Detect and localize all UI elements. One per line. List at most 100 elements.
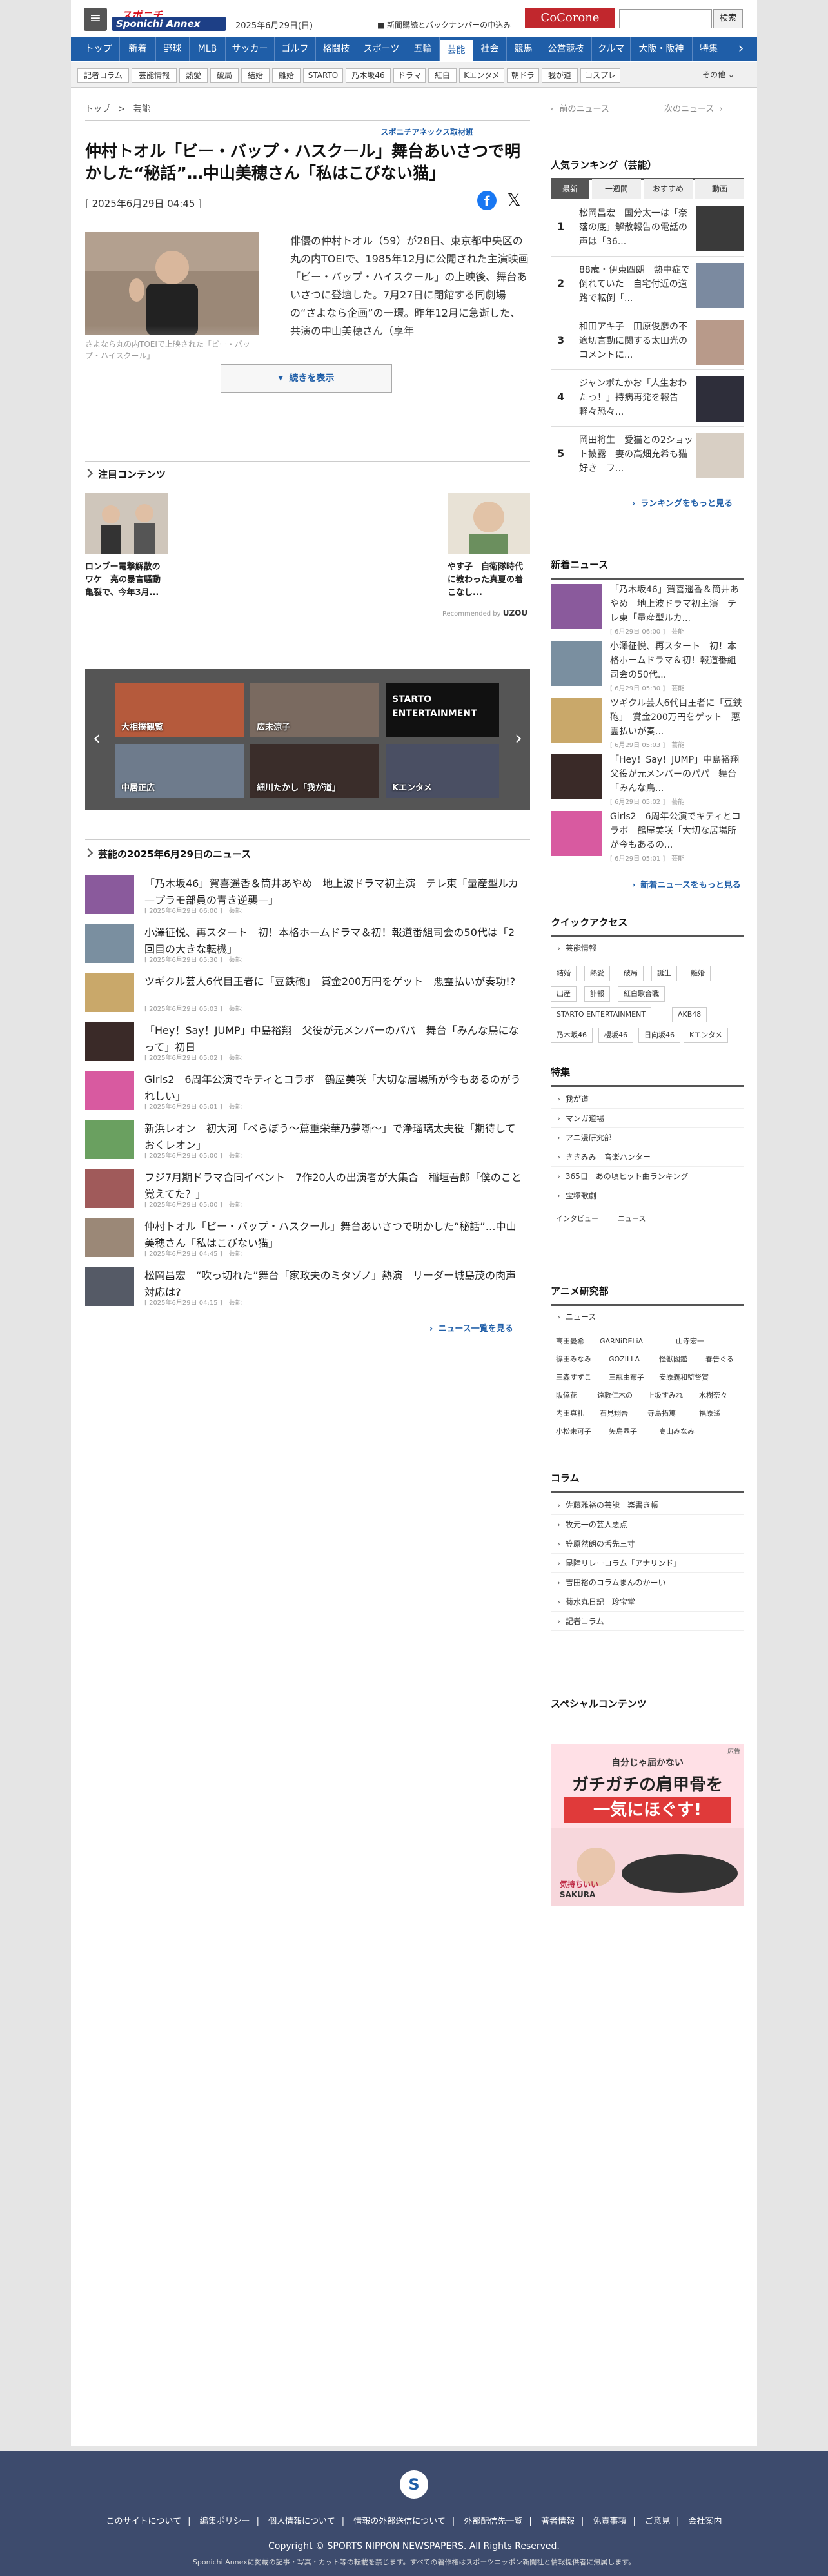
nav-item-sports[interactable]: スポーツ	[357, 37, 406, 61]
subnav-item-divorce[interactable]: 離婚	[272, 68, 301, 83]
new-news-item[interactable]: 小澤征悦、再スタート 初！本格ホームドラマ＆初！報道番組司会の50代...[ 6…	[551, 637, 744, 694]
news-list-more-link[interactable]: ニュース一覧を見る	[429, 1322, 513, 1334]
news-list-item[interactable]: 小澤征悦、再スタート 初！本格ホームドラマ＆初！報道番組司会の50代は「2回目の…	[85, 919, 530, 968]
tag[interactable]: 高山みなみ	[654, 1425, 700, 1440]
feature-link[interactable]: ききみみ 音楽ハンター	[551, 1147, 744, 1167]
carousel-tile[interactable]: 広末涼子	[250, 683, 379, 737]
news-list-item[interactable]: フジ7月期ドラマ合同イベント 7作20人の出演者が大集合 稲垣吾郎「僕のこと覚え…	[85, 1164, 530, 1213]
footer-link[interactable]: 外部配信先一覧	[464, 2517, 522, 2526]
tag[interactable]: 福原遥	[694, 1407, 725, 1422]
nav-item-fighting[interactable]: 格闘技	[316, 37, 357, 61]
feature-link[interactable]: アニ漫研究部	[551, 1128, 744, 1147]
news-list-item[interactable]: 「乃木坂46」賀喜遥香＆筒井あやめ 地上波ドラマ初主演 テレ東「量産型ルカ—プラ…	[85, 870, 530, 919]
facebook-share-icon[interactable]: f	[477, 191, 497, 210]
news-list-item[interactable]: 「Hey！Say！JUMP」中島裕翔 父役が元メンバーのパパ 舞台「みんな鳥にな…	[85, 1017, 530, 1066]
subnav-item-love[interactable]: 熱愛	[179, 68, 208, 83]
nav-item-public-racing[interactable]: 公営競技	[540, 37, 592, 61]
footer-link[interactable]: 著者情報	[541, 2517, 575, 2526]
subnav-item-kohaku[interactable]: 紅白	[428, 68, 457, 83]
tag[interactable]: 櫻坂46	[598, 1028, 633, 1043]
subnav-more[interactable]: その他 ⌄	[693, 68, 744, 83]
footer-logo[interactable]: S	[400, 2470, 428, 2499]
news-list-item[interactable]: 新浜レオン 初大河「べらぼう〜蔦重栄華乃夢噺〜」で浄瑠璃太夫役「期待しておくレオ…	[85, 1115, 530, 1164]
nav-item-entertainment[interactable]: 芸能	[440, 40, 473, 61]
subnav-item-info[interactable]: 芸能情報	[132, 68, 177, 83]
advertisement[interactable]: 広告 自分じゃ届かない ガチガチの肩甲骨を 一気にほぐす! 気持ちいい SAKU…	[551, 1744, 744, 1906]
article-photo[interactable]	[85, 232, 259, 335]
carousel-next-arrow-icon[interactable]: ›	[515, 727, 522, 750]
news-list-item[interactable]: Girls2 6周年公演でキティとコラボ 鶴屋美咲「大切な居場所が今もあるのがう…	[85, 1066, 530, 1115]
subnav-item-nogizaka[interactable]: 乃木坂46	[346, 68, 391, 83]
tag[interactable]: 三森すずこ	[551, 1371, 596, 1386]
quick-access-link[interactable]: 芸能情報	[551, 939, 744, 958]
nav-item-new[interactable]: 新着	[120, 37, 156, 61]
nav-item-car[interactable]: クルマ	[592, 37, 631, 61]
ranking-item[interactable]: 2 88歳・伊東四朗 熱中症で倒れていた 自宅付近の道路で転倒「...	[551, 257, 744, 313]
search-input[interactable]	[619, 9, 712, 28]
column-link[interactable]: 笠原然朗の舌先三寸	[551, 1534, 744, 1554]
footer-link[interactable]: 編集ポリシー	[200, 2517, 250, 2526]
next-news-link[interactable]: 次のニュース ›	[664, 102, 723, 114]
nav-item-keiba[interactable]: 競馬	[507, 37, 540, 61]
nav-item-soccer[interactable]: サッカー	[226, 37, 275, 61]
tag[interactable]: 高田憂希	[551, 1334, 589, 1350]
column-link[interactable]: 昆陸リレーコラム「アナリンド」	[551, 1554, 744, 1573]
tag[interactable]: Kエンタメ	[684, 1028, 728, 1043]
tag[interactable]: 怪獣図鑑	[654, 1352, 693, 1368]
subnav-item-kentame[interactable]: Kエンタメ	[459, 68, 504, 83]
tag[interactable]: 日向坂46	[638, 1028, 680, 1043]
tag[interactable]: 出産	[551, 986, 577, 1002]
tag[interactable]: 上坂すみれ	[642, 1389, 688, 1404]
ranking-item[interactable]: 3 和田アキ子 田原俊彦の不適切言動に関する太田光のコメントに...	[551, 313, 744, 370]
tag[interactable]: 山寺宏一	[671, 1334, 709, 1350]
new-news-item[interactable]: 「乃木坂46」賀喜遥香＆筒井あやめ 地上波ドラマ初主演 テレ東「量産型ルカ...…	[551, 580, 744, 637]
tag[interactable]: ニュース	[613, 1212, 651, 1227]
tag[interactable]: 離婚	[685, 966, 711, 981]
column-link[interactable]: 吉田裕のコラムまんのかーい	[551, 1573, 744, 1592]
tag[interactable]: STARTO ENTERTAINMENT	[551, 1007, 652, 1022]
tag[interactable]: 春告ぐる	[700, 1352, 739, 1368]
tag[interactable]: 誕生	[651, 966, 677, 981]
subnav-item-starto[interactable]: STARTO	[303, 68, 343, 83]
subnav-item-cosplay[interactable]: コスプレ	[580, 68, 620, 83]
new-news-item[interactable]: Girls2 6周年公演でキティとコラボ 鶴屋美咲「大切な居場所が今もあるの..…	[551, 807, 744, 864]
carousel-tile[interactable]: Kエンタメ	[386, 744, 499, 798]
tag[interactable]: 結婚	[551, 966, 577, 981]
read-more-button[interactable]: ▾ 続きを表示	[221, 364, 392, 393]
feature-link[interactable]: 宝塚歌劇	[551, 1186, 744, 1205]
tag[interactable]: 訃報	[584, 986, 610, 1002]
ranking-item[interactable]: 1 松岡昌宏 国分太一は「奈落の底」解散報告の電話の声は「36...	[551, 200, 744, 257]
tag[interactable]: 篠田みなみ	[551, 1352, 596, 1368]
tag[interactable]: 破局	[618, 966, 644, 981]
nav-item-society[interactable]: 社会	[473, 37, 507, 61]
tag[interactable]: インタビュー	[551, 1212, 604, 1227]
prev-news-link[interactable]: ‹ 前のニュース	[551, 102, 609, 114]
feature-link[interactable]: マンガ道場	[551, 1109, 744, 1128]
tag[interactable]: 小松未可子	[551, 1425, 596, 1440]
nav-item-mlb[interactable]: MLB	[190, 37, 226, 61]
anime-link[interactable]: ニュース	[551, 1307, 744, 1327]
ranking-tab-week[interactable]: 一週間	[592, 179, 641, 199]
x-share-icon[interactable]: 𝕏	[504, 191, 524, 210]
nav-next-arrow-icon[interactable]: ›	[725, 37, 757, 61]
tag[interactable]: 安原義和監督賞	[654, 1371, 714, 1386]
carousel-tile[interactable]: STARTO ENTERTAINMENT	[386, 683, 499, 737]
nav-item-baseball[interactable]: 野球	[156, 37, 190, 61]
subscription-link[interactable]: ■ 新聞購読とバックナンバーの申込み	[377, 19, 511, 30]
tag[interactable]: 矢島晶子	[604, 1425, 642, 1440]
column-link[interactable]: 牧元一の芸人悪点	[551, 1515, 744, 1534]
carousel-tile[interactable]: 中居正広	[115, 744, 244, 798]
carousel-prev-arrow-icon[interactable]: ‹	[93, 727, 101, 750]
attention-card[interactable]: やす子 自衛隊時代に教わった真夏の着こなし...	[448, 493, 530, 600]
tag[interactable]: GOZILLA	[604, 1352, 645, 1368]
tag[interactable]: 阪倖花	[551, 1389, 582, 1404]
cocorone-banner[interactable]: CoCorone	[525, 8, 615, 28]
subnav-item-column[interactable]: 記者コラム	[77, 68, 129, 83]
news-list-item[interactable]: ツギクル芸人6代目王者に「豆鉄砲」 賞金200万円をゲット 悪霊払いが奏功!?[…	[85, 968, 530, 1017]
footer-link[interactable]: 個人情報について	[268, 2517, 335, 2526]
tag[interactable]: 石見翔吾	[595, 1407, 633, 1422]
tag[interactable]: 乃木坂46	[551, 1028, 593, 1043]
ranking-tab-latest[interactable]: 最新	[551, 179, 589, 199]
new-news-item[interactable]: 「Hey！Say！JUMP」中島裕翔 父役が元メンバーのパパ 舞台「みんな鳥..…	[551, 750, 748, 807]
footer-link[interactable]: 会社案内	[689, 2517, 722, 2526]
